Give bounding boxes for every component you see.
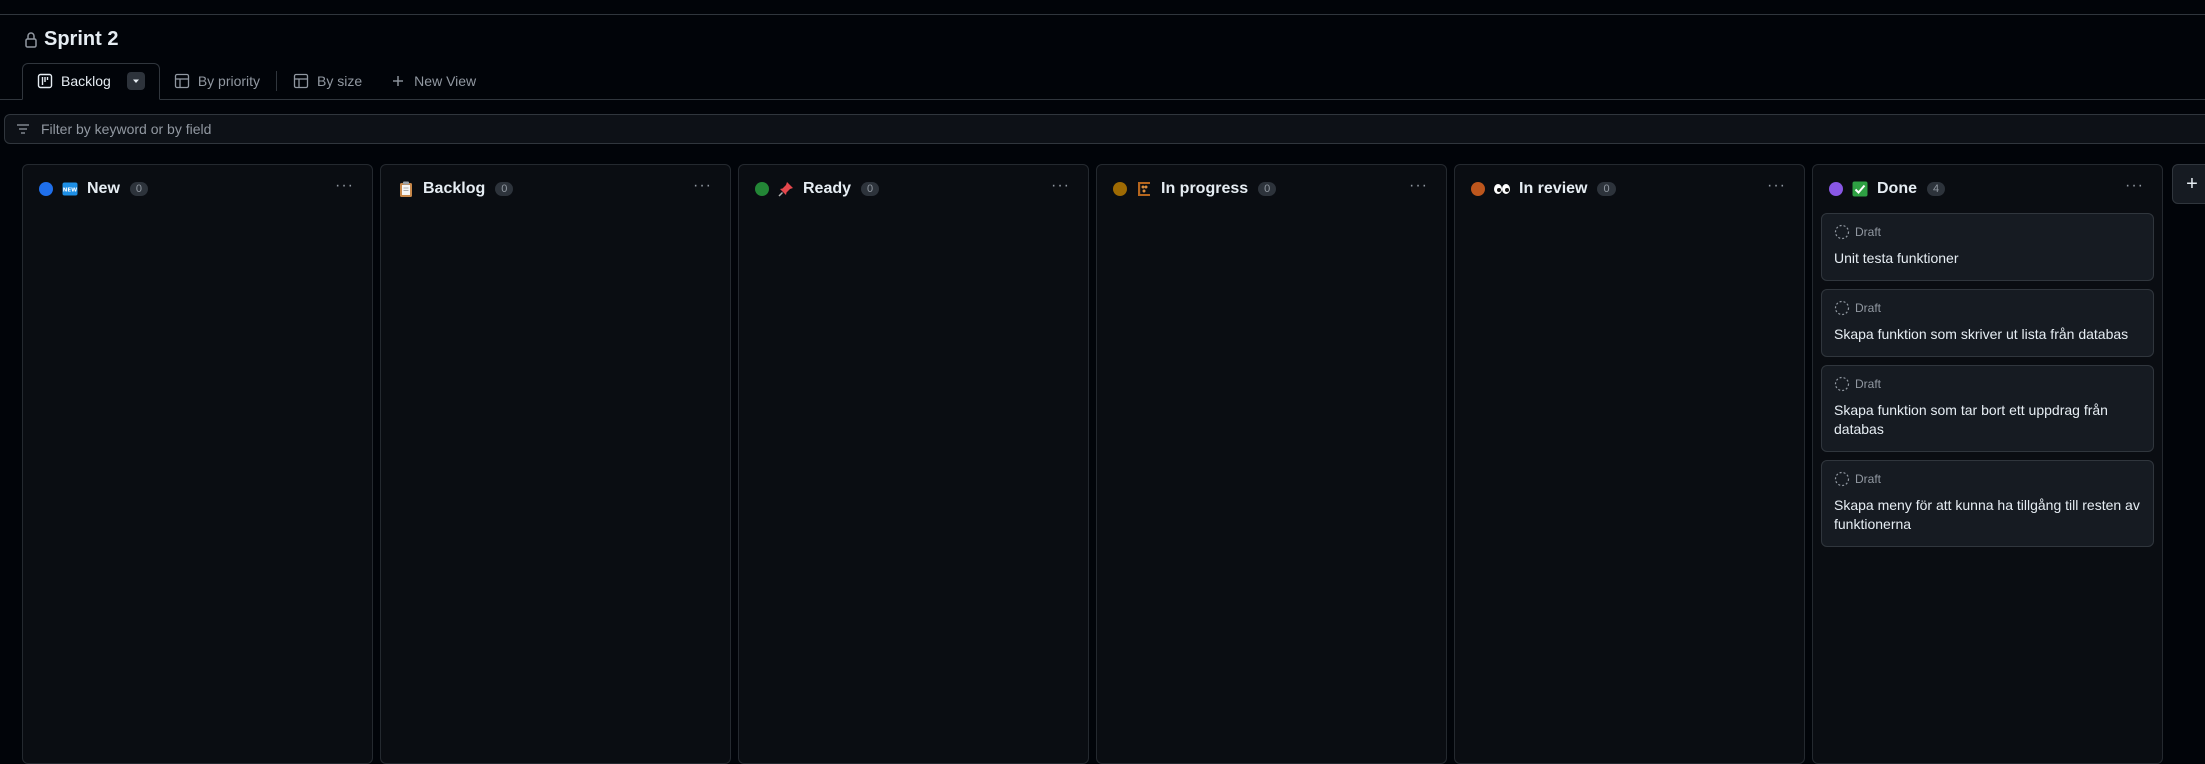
status-color-dot — [1113, 182, 1127, 196]
column-backlog: Backlog 0 ··· — [380, 164, 731, 764]
view-tabs: Backlog By priority By size New View — [22, 62, 490, 100]
filter-input[interactable]: Filter by keyword or by field — [4, 114, 2205, 144]
column-menu-button[interactable]: ··· — [2125, 177, 2144, 195]
column-header: NEW New 0 ··· — [23, 165, 372, 213]
header-divider — [0, 14, 2205, 15]
card-title[interactable]: Skapa funktion som skriver ut lista från… — [1834, 325, 2141, 344]
status-color-dot — [1471, 182, 1485, 196]
table-icon — [174, 73, 189, 89]
column-menu-button[interactable]: ··· — [1767, 177, 1786, 195]
item-count: 4 — [1927, 182, 1946, 196]
filter-icon — [17, 124, 29, 134]
draft-issue-icon — [1834, 224, 1850, 240]
card-status: Draft — [1855, 225, 1882, 239]
clipboard-icon — [397, 180, 415, 198]
plus-icon: + — [2186, 172, 2198, 195]
tab-separator — [276, 71, 278, 91]
card-title[interactable]: Skapa funktion som tar bort ett uppdrag … — [1834, 401, 2141, 439]
card-meta: Draft — [1834, 224, 2141, 240]
card-status: Draft — [1855, 472, 1882, 486]
board-icon — [37, 73, 53, 89]
draft-card[interactable]: Draft Skapa meny för att kunna ha tillgå… — [1821, 460, 2154, 547]
item-count: 0 — [861, 182, 880, 196]
status-color-dot — [755, 182, 769, 196]
column-in-review: In review 0 ··· — [1454, 164, 1805, 764]
column-header: In progress 0 ··· — [1097, 165, 1446, 213]
column-in-progress: In progress 0 ··· — [1096, 164, 1447, 764]
column-ready: Ready 0 ··· — [738, 164, 1089, 764]
status-color-dot — [39, 182, 53, 196]
tab-label: New View — [414, 73, 477, 89]
tab-by-priority[interactable]: By priority — [160, 63, 274, 99]
draft-card[interactable]: Draft Skapa funktion som tar bort ett up… — [1821, 365, 2154, 452]
column-name: Backlog — [423, 180, 486, 197]
tab-by-size[interactable]: By size — [279, 63, 376, 99]
svg-text:NEW: NEW — [63, 188, 77, 194]
lock-icon — [25, 31, 37, 48]
draft-card[interactable]: Draft Skapa funktion som skriver ut list… — [1821, 289, 2154, 357]
column-done: Done 4 ··· Draft Unit testa funktioner D… — [1812, 164, 2163, 764]
card-status: Draft — [1855, 377, 1882, 391]
status-color-dot — [1829, 182, 1843, 196]
column-name: Done — [1877, 180, 1917, 197]
new-badge-icon: NEW — [61, 180, 79, 198]
card-title[interactable]: Unit testa funktioner — [1834, 249, 2141, 268]
eyes-icon — [1493, 180, 1511, 198]
abacus-icon — [1135, 180, 1153, 198]
column-name: In review — [1519, 180, 1588, 197]
column-menu-button[interactable]: ··· — [693, 177, 712, 195]
view-options-button[interactable] — [126, 72, 145, 90]
table-icon — [293, 73, 309, 89]
item-count: 0 — [1597, 182, 1616, 196]
column-header: Ready 0 ··· — [739, 165, 1088, 213]
card-meta: Draft — [1834, 300, 2141, 316]
tab-label: By priority — [197, 73, 261, 89]
draft-issue-icon — [1834, 471, 1850, 487]
new-view-button[interactable]: New View — [376, 63, 490, 99]
draft-issue-icon — [1834, 300, 1850, 316]
triangle-down-icon — [132, 79, 139, 83]
tab-backlog[interactable]: Backlog — [22, 62, 160, 100]
pushpin-icon — [777, 180, 795, 198]
column-menu-button[interactable]: ··· — [1051, 177, 1070, 195]
card-status: Draft — [1855, 301, 1882, 315]
draft-card[interactable]: Draft Unit testa funktioner — [1821, 213, 2154, 281]
draft-issue-icon — [1834, 376, 1850, 392]
item-count: 0 — [129, 182, 149, 196]
column-menu-button[interactable]: ··· — [335, 177, 354, 195]
column-menu-button[interactable]: ··· — [1409, 177, 1428, 195]
project-header: Sprint 2 — [24, 28, 118, 51]
plus-icon — [393, 76, 404, 86]
column-new: NEW New 0 ··· — [22, 164, 373, 764]
check-box-icon — [1851, 180, 1869, 198]
filter-placeholder: Filter by keyword or by field — [41, 121, 212, 137]
card-title[interactable]: Skapa meny för att kunna ha tillgång til… — [1834, 496, 2141, 534]
column-header: Done 4 ··· — [1813, 165, 2162, 213]
tab-label: Backlog — [61, 73, 111, 89]
tabs-divider — [0, 99, 2205, 100]
card-meta: Draft — [1834, 471, 2141, 487]
column-header: In review 0 ··· — [1455, 165, 1804, 213]
column-name: Ready — [803, 180, 852, 197]
add-column-button[interactable]: + — [2172, 164, 2205, 204]
item-count: 0 — [1258, 182, 1277, 196]
column-name: In progress — [1161, 180, 1249, 197]
tab-label: By size — [317, 73, 363, 89]
column-name: New — [87, 180, 120, 197]
project-title: Sprint 2 — [44, 28, 119, 50]
card-meta: Draft — [1834, 376, 2141, 392]
item-count: 0 — [495, 182, 514, 196]
column-header: Backlog 0 ··· — [381, 165, 730, 213]
